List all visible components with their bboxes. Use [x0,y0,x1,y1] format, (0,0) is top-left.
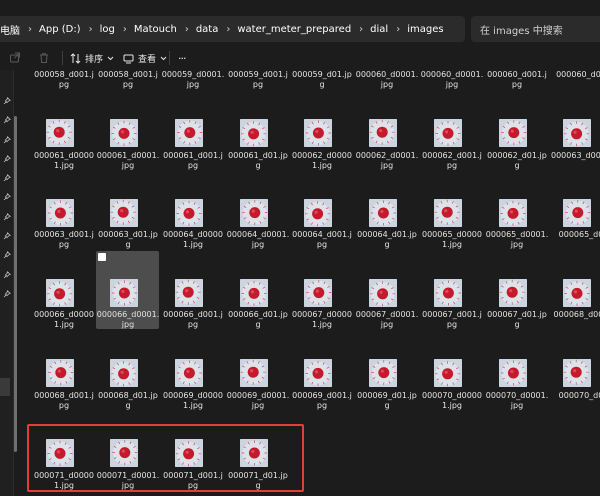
file-name-label[interactable]: 000064_d0001.jpg [226,230,290,250]
file-thumbnail[interactable] [304,199,332,227]
file-thumbnail[interactable] [175,199,203,227]
file-thumbnail[interactable] [304,119,332,147]
file-thumbnail[interactable] [304,279,332,307]
file-thumbnail[interactable] [110,279,138,307]
file-thumbnail[interactable] [369,199,397,227]
file-thumbnail[interactable] [369,359,397,387]
file-name-label[interactable]: 000063_d001.jpg [32,230,96,250]
file-thumbnail[interactable] [369,279,397,307]
file-thumbnail[interactable] [175,359,203,387]
file-name-label[interactable]: 000060_d0001.jpg [420,70,484,90]
file-name-label[interactable]: 000061_d00001.jpg [32,151,96,171]
file-thumbnail[interactable] [240,279,268,307]
file-name-label[interactable]: 000069_d0001.jpg [226,391,290,411]
file-name-label[interactable]: 000061_d01.jpg [226,151,290,171]
file-thumbnail[interactable] [46,119,74,147]
file-name-label[interactable]: 000065_d0001.jpg [485,230,549,250]
file-name-label[interactable]: 000064_d001.jpg [290,230,354,250]
file-name-label[interactable]: 000066_d00001.jpg [32,310,96,330]
file-thumbnail[interactable] [110,359,138,387]
file-thumbnail[interactable] [46,359,74,387]
file-thumbnail[interactable] [434,359,462,387]
file-thumbnail[interactable] [110,119,138,147]
file-name-label[interactable]: 000067_d00001.jpg [290,310,354,330]
file-name-label[interactable]: 000059_d0001.jpg [161,70,225,90]
file-name-label[interactable]: 000062_d0001.jpg [355,151,419,171]
file-thumbnail[interactable] [240,359,268,387]
file-thumbnail[interactable] [563,199,591,227]
file-name-label[interactable]: 000068_d000 [549,310,600,320]
file-thumbnail[interactable] [369,119,397,147]
file-name-label[interactable]: 000067_d01.jpg [485,310,549,330]
file-name-label[interactable]: 000066_d001.jpg [161,310,225,330]
file-thumbnail[interactable] [499,199,527,227]
file-name-label[interactable]: 000065_d0 [549,230,600,240]
file-thumbnail[interactable] [434,199,462,227]
file-name-label[interactable]: 000069_d001.jpg [290,391,354,411]
file-thumbnail[interactable] [175,119,203,147]
file-name-label[interactable]: 000064_d00001.jpg [161,230,225,250]
file-thumbnail[interactable] [175,279,203,307]
file-name-label[interactable]: 000061_d0001.jpg [96,151,160,171]
file-name-label[interactable]: 000067_d0001.jpg [355,310,419,330]
file-name-label[interactable]: 000065_d00001.jpg [420,230,484,250]
file-thumbnail[interactable] [434,279,462,307]
file-name-label[interactable]: 000062_d01.jpg [485,151,549,171]
select-checkbox[interactable] [98,253,106,261]
file-name-label[interactable]: 000070_d00001.jpg [420,391,484,411]
file-name-label[interactable]: 000060_d01 [549,70,600,80]
file-name-label[interactable]: 000070_d0001.jpg [485,391,549,411]
file-name-label[interactable]: 000062_d00001.jpg [290,151,354,171]
file-thumbnail[interactable] [110,199,138,227]
file-thumbnail[interactable] [499,119,527,147]
file-name-label[interactable]: 000067_d001.jpg [420,310,484,330]
file-thumbnail[interactable] [434,119,462,147]
file-name-label[interactable]: 000068_d001.jpg [32,391,96,411]
file-name-label[interactable]: 000063_d01.jpg [96,230,160,250]
file-thumbnail[interactable] [304,359,332,387]
file-name-label[interactable]: 000058_d001.jpg [96,70,160,90]
file-name-label[interactable]: 000068_d01.jpg [96,391,160,411]
file-name-label[interactable]: 000069_d01.jpg [355,391,419,411]
file-thumbnail[interactable] [240,199,268,227]
file-name-label[interactable]: 000064_d01.jpg [355,230,419,250]
file-grid: 000058_d001.jpg 000058_d001.jpg 000059_d00… [0,0,600,496]
file-thumbnail[interactable] [499,359,527,387]
file-name-label[interactable]: 000061_d001.jpg [161,151,225,171]
file-name-label[interactable]: 000060_d001.jpg [485,70,549,90]
file-name-label[interactable]: 000070_d0 [549,391,600,401]
file-name-label[interactable]: 000066_d0001.jpg [96,310,160,330]
file-name-label[interactable]: 000059_d001.jpg [226,70,290,90]
file-thumbnail[interactable] [563,359,591,387]
file-name-label[interactable]: 000063_d0000 [549,151,600,161]
file-thumbnail[interactable] [46,279,74,307]
file-thumbnail[interactable] [240,119,268,147]
file-name-label[interactable]: 000060_d0001.jpg [355,70,419,90]
file-thumbnail[interactable] [563,119,591,147]
file-thumbnail[interactable] [499,279,527,307]
file-thumbnail[interactable] [46,199,74,227]
file-name-label[interactable]: 000058_d001.jpg [32,70,96,90]
highlight-annotation-box [27,424,304,492]
file-name-label[interactable]: 000069_d00001.jpg [161,391,225,411]
file-name-label[interactable]: 000066_d01.jpg [226,310,290,330]
file-thumbnail[interactable] [563,279,591,307]
file-name-label[interactable]: 000062_d001.jpg [420,151,484,171]
file-name-label[interactable]: 000059_d01.jpg [290,70,354,90]
